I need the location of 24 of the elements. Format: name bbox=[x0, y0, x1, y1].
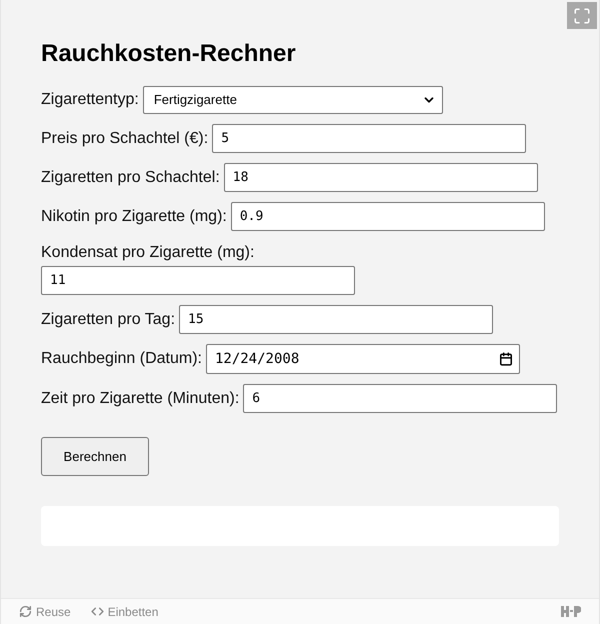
input-field[interactable]: 6 bbox=[243, 384, 558, 413]
input-field[interactable]: 18 bbox=[224, 163, 538, 192]
calendar-icon bbox=[498, 352, 513, 366]
field-label: Nikotin pro Zigarette (mg): bbox=[41, 206, 227, 226]
field-label: Zigarettentyp: bbox=[41, 90, 139, 110]
field-label: Kondensat pro Zigarette (mg): bbox=[41, 243, 254, 263]
page-title: Rauchkosten-Rechner bbox=[41, 39, 297, 69]
date-field[interactable]: 12/24/2008 bbox=[206, 344, 520, 374]
field-label: Preis pro Schachtel (€): bbox=[41, 128, 208, 148]
code-icon bbox=[90, 605, 104, 618]
calculate-button[interactable]: Berechnen bbox=[41, 437, 149, 476]
input-field[interactable]: 15 bbox=[179, 305, 494, 334]
input-field[interactable]: 5 bbox=[212, 124, 526, 153]
fullscreen-button[interactable] bbox=[567, 2, 597, 29]
input-field[interactable]: 0.9 bbox=[230, 202, 545, 231]
input-field[interactable]: 11 bbox=[41, 266, 355, 295]
field-label: Zigaretten pro Tag: bbox=[41, 310, 176, 330]
refresh-icon bbox=[19, 605, 32, 618]
type-select[interactable]: Fertigzigarette bbox=[142, 86, 443, 114]
field-label: Rauchbeginn (Datum): bbox=[41, 349, 202, 369]
field-label: Zigaretten pro Schachtel: bbox=[41, 168, 220, 188]
field-label: Zeit pro Zigarette (Minuten): bbox=[41, 388, 240, 408]
logo-icon bbox=[561, 606, 581, 617]
fullscreen-icon bbox=[573, 6, 591, 24]
